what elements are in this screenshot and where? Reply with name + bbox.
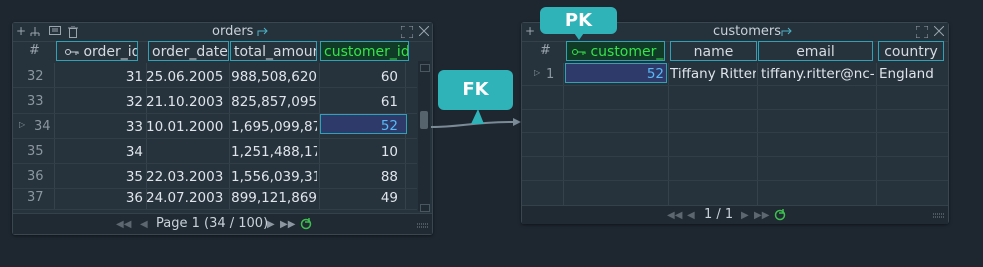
total-amount-cell[interactable]: 1,695,099,879 xyxy=(231,119,317,135)
order-date-cell[interactable]: 10.01.2000 xyxy=(146,119,228,135)
row-divider xyxy=(522,132,948,133)
close-icon[interactable] xyxy=(934,26,944,36)
orders-title: orders xyxy=(212,24,254,39)
row-number-header: # xyxy=(29,43,40,58)
row-number: 34 xyxy=(34,119,51,134)
row-divider xyxy=(13,209,417,210)
order-id-cell[interactable]: 36 xyxy=(115,190,143,206)
prev-page-icon[interactable]: ◀ xyxy=(687,210,695,221)
expand-icon[interactable] xyxy=(401,26,413,38)
total-amount-cell[interactable]: 899,121,869 xyxy=(231,190,317,206)
order-id-cell[interactable]: 32 xyxy=(115,94,143,110)
page-indicator: Page 1 (34 / 100) xyxy=(156,216,269,231)
scroll-up-arrow[interactable] xyxy=(420,64,430,72)
customer-id-cell[interactable]: 49 xyxy=(333,190,398,206)
vertical-scrollbar[interactable] xyxy=(418,61,430,212)
name-cell[interactable]: Tiffany Ritter xyxy=(670,66,756,82)
row-divider xyxy=(522,109,948,110)
customers-title: customers xyxy=(713,24,781,39)
row-divider xyxy=(522,180,948,181)
country-column-header[interactable]: country xyxy=(878,41,944,61)
row-divider xyxy=(13,188,417,189)
page-indicator: 1 / 1 xyxy=(704,207,734,222)
total-amount-cell[interactable]: 825,857,095 xyxy=(231,94,317,110)
order-id-cell[interactable]: 34 xyxy=(115,144,143,160)
close-icon[interactable] xyxy=(419,26,429,36)
total-amount-cell[interactable]: 1,251,488,170 xyxy=(231,144,317,160)
row-number-header: # xyxy=(540,43,551,58)
row-number: 35 xyxy=(27,144,44,159)
total-amount-column-header[interactable]: total_amount xyxy=(230,41,317,61)
name-column-header[interactable]: name xyxy=(670,41,757,61)
row-number: 37 xyxy=(27,190,44,205)
customer-id-column-header[interactable]: customer_id xyxy=(320,41,409,61)
order-id-column-header[interactable]: order_id xyxy=(56,41,138,61)
hierarchy-icon[interactable] xyxy=(30,27,40,37)
email-column-header[interactable]: email xyxy=(758,41,873,61)
plus-icon[interactable]: + xyxy=(16,24,26,38)
row-number: 32 xyxy=(27,69,44,84)
country-cell[interactable]: England xyxy=(879,66,947,82)
next-page-icon[interactable]: ▶ xyxy=(741,210,749,221)
row-divider xyxy=(13,138,417,139)
plus-icon[interactable]: + xyxy=(525,24,535,38)
trash-icon[interactable] xyxy=(68,26,78,38)
row-number: 36 xyxy=(27,169,44,184)
fk-callout: FK xyxy=(438,70,513,110)
customers-footer: ◀◀ ◀ 1 / 1 ▶ ▶▶ xyxy=(522,205,948,224)
row-divider xyxy=(522,156,948,157)
key-icon xyxy=(572,49,586,55)
resize-grip-icon[interactable] xyxy=(417,223,429,229)
customer-id-column-header[interactable]: customer_id xyxy=(566,41,665,61)
email-cell[interactable]: tiffany.ritter@nc-... xyxy=(761,66,875,82)
order-id-cell[interactable]: 33 xyxy=(115,119,143,135)
key-icon xyxy=(65,49,79,55)
customer-id-cell[interactable]: 52 xyxy=(333,118,398,134)
link-arrow-icon[interactable] xyxy=(257,26,269,37)
last-page-icon[interactable]: ▶▶ xyxy=(280,219,295,230)
pk-callout: PK xyxy=(540,7,617,34)
order-date-column-header[interactable]: order_date xyxy=(148,41,229,61)
row-divider xyxy=(522,85,948,86)
scrollbar-thumb[interactable] xyxy=(420,111,428,129)
expand-icon[interactable] xyxy=(916,26,928,38)
orders-panel-header: + orders xyxy=(13,23,432,42)
total-amount-cell[interactable]: 1,556,039,312 xyxy=(231,169,317,185)
orders-footer: ◀◀ ◀ Page 1 (34 / 100) ▶ ▶▶ xyxy=(13,213,432,234)
scroll-down-arrow[interactable] xyxy=(420,204,430,212)
first-page-icon[interactable]: ◀◀ xyxy=(116,219,131,230)
comment-icon[interactable] xyxy=(49,26,61,37)
prev-page-icon[interactable]: ◀ xyxy=(140,219,148,230)
refresh-icon[interactable] xyxy=(300,218,312,230)
order-date-cell[interactable]: 24.07.2003 xyxy=(146,190,228,206)
next-page-icon[interactable]: ▶ xyxy=(267,219,275,230)
customer-id-cell[interactable]: 10 xyxy=(333,144,398,160)
refresh-icon[interactable] xyxy=(774,209,786,221)
row-number: 33 xyxy=(27,94,44,109)
resize-grip-icon[interactable] xyxy=(933,213,945,219)
last-page-icon[interactable]: ▶▶ xyxy=(754,210,769,221)
row-divider xyxy=(13,87,417,88)
order-date-cell[interactable]: 21.10.2003 xyxy=(146,94,228,110)
customer-id-cell[interactable]: 61 xyxy=(333,94,398,110)
first-page-icon[interactable]: ◀◀ xyxy=(667,210,682,221)
orders-panel: + orders # order_id order_date total_amo… xyxy=(12,22,433,235)
customer-id-cell[interactable]: 60 xyxy=(333,69,398,85)
row-divider xyxy=(13,163,417,164)
order-id-cell[interactable]: 31 xyxy=(115,69,143,85)
order-id-cell[interactable]: 35 xyxy=(115,169,143,185)
total-amount-cell[interactable]: 988,508,620 xyxy=(231,69,317,85)
customer-id-cell[interactable]: 52 xyxy=(582,66,664,82)
customers-panel: + customers # customer_id name email cou… xyxy=(521,22,949,224)
order-date-cell[interactable]: 22.03.2003 xyxy=(146,169,228,185)
order-date-cell[interactable]: 25.06.2005 xyxy=(146,69,228,85)
customer-id-cell[interactable]: 88 xyxy=(333,169,398,185)
link-arrow-icon[interactable] xyxy=(781,26,793,37)
